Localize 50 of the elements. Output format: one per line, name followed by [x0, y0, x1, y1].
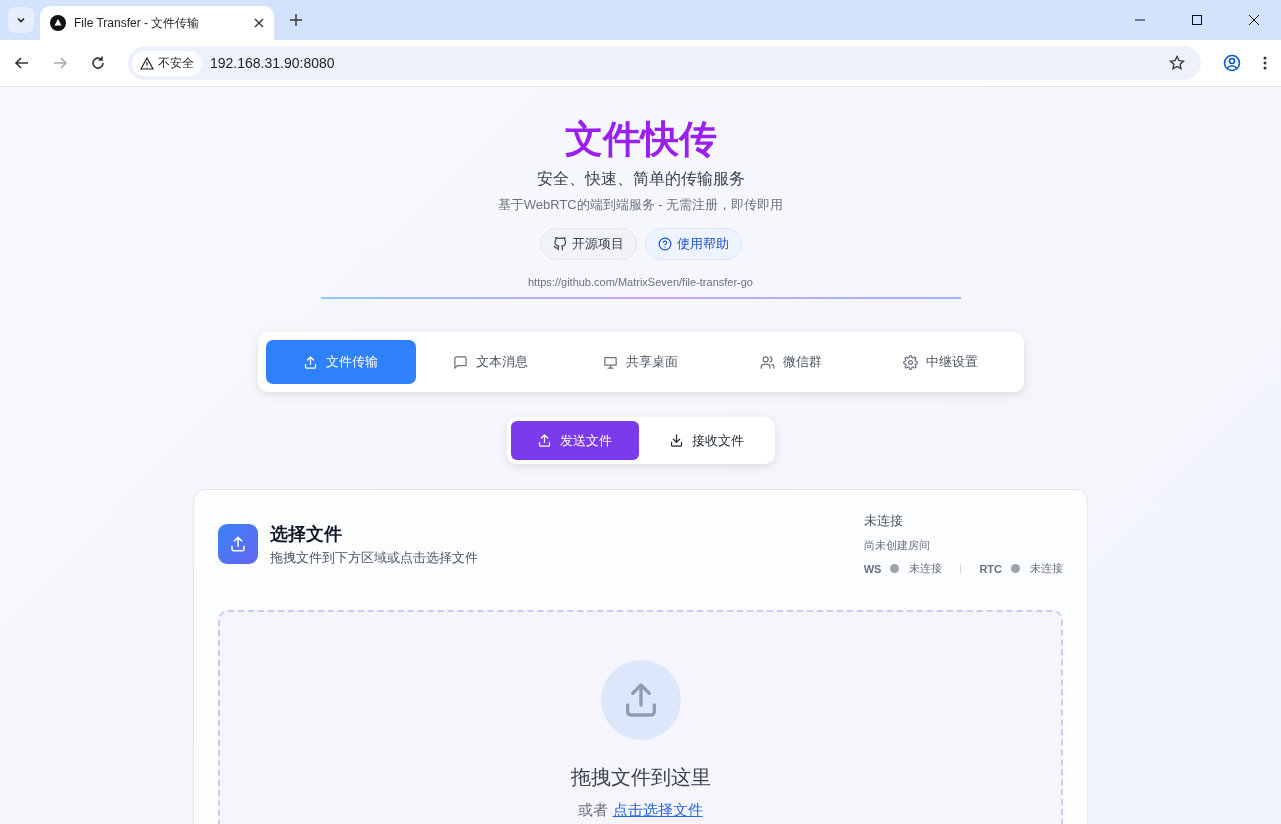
- nav-tab[interactable]: 文本消息: [415, 340, 566, 384]
- channel-status: 未连接: [1030, 561, 1063, 576]
- star-icon[interactable]: [1169, 55, 1185, 71]
- users-icon: [759, 354, 775, 370]
- warning-icon: [140, 56, 154, 70]
- monitor-icon: [603, 354, 618, 370]
- channel-label: WS: [863, 562, 882, 575]
- reload-icon[interactable]: [90, 55, 106, 71]
- nav-tab[interactable]: 微信群: [715, 340, 866, 384]
- github-icon: [552, 237, 567, 251]
- menu-icon[interactable]: [1263, 55, 1267, 71]
- app-title: 文件快传: [564, 117, 717, 162]
- app-description: 基于WebRTC的端到端服务 - 无需注册，即传即用: [497, 196, 784, 214]
- header-link[interactable]: 开源项目: [539, 228, 637, 260]
- security-chip[interactable]: 不安全: [132, 50, 202, 76]
- channel-status: 未连接: [909, 561, 943, 576]
- mode-tab[interactable]: 发送文件: [510, 421, 639, 460]
- card-subtitle: 拖拽文件到下方区域或点击选择文件: [270, 548, 478, 567]
- new-tab-icon[interactable]: [290, 14, 302, 26]
- close-icon[interactable]: [1248, 14, 1260, 26]
- nav-tab[interactable]: 文件传输: [265, 340, 416, 384]
- nav-tab[interactable]: 共享桌面: [565, 340, 716, 384]
- repo-url: https://github.com/MatrixSeven/file-transfer-go: [528, 276, 753, 288]
- upload-icon: [218, 524, 258, 564]
- app-subtitle: 安全、快速、简单的传输服务: [536, 169, 745, 189]
- address-bar[interactable]: 不安全 192.168.31.90:8080: [128, 46, 1201, 80]
- maximize-icon[interactable]: [1191, 14, 1203, 26]
- upload-icon: [537, 433, 552, 448]
- back-icon[interactable]: [14, 55, 30, 71]
- mode-tab[interactable]: 接收文件: [642, 421, 771, 460]
- close-icon[interactable]: [254, 18, 264, 28]
- triangle-logo-icon: [50, 15, 66, 31]
- channel-label: RTC: [979, 562, 1002, 575]
- profile-icon[interactable]: [1223, 54, 1241, 72]
- header-link[interactable]: 使用帮助: [644, 228, 742, 260]
- drop-zone[interactable]: 拖拽文件到这里 或者 点击选择文件: [218, 610, 1063, 824]
- browser-tab[interactable]: File Transfer - 文件传输: [40, 6, 274, 40]
- drop-hint: 或者: [578, 801, 609, 818]
- help-icon: [657, 237, 672, 251]
- room-status: 尚未创建房间: [863, 538, 930, 553]
- download-icon: [669, 433, 684, 448]
- nav-tab[interactable]: 中继设置: [865, 340, 1016, 384]
- upload-icon: [303, 354, 318, 370]
- chat-bubble-icon: [453, 354, 468, 370]
- connection-status: 未连接: [863, 512, 903, 530]
- choose-file-link[interactable]: 点击选择文件: [612, 801, 703, 818]
- settings-icon: [903, 354, 918, 370]
- url-text: 192.168.31.90:8080: [210, 55, 335, 71]
- drop-title: 拖拽文件到这里: [570, 765, 711, 790]
- card-title: 选择文件: [270, 522, 343, 546]
